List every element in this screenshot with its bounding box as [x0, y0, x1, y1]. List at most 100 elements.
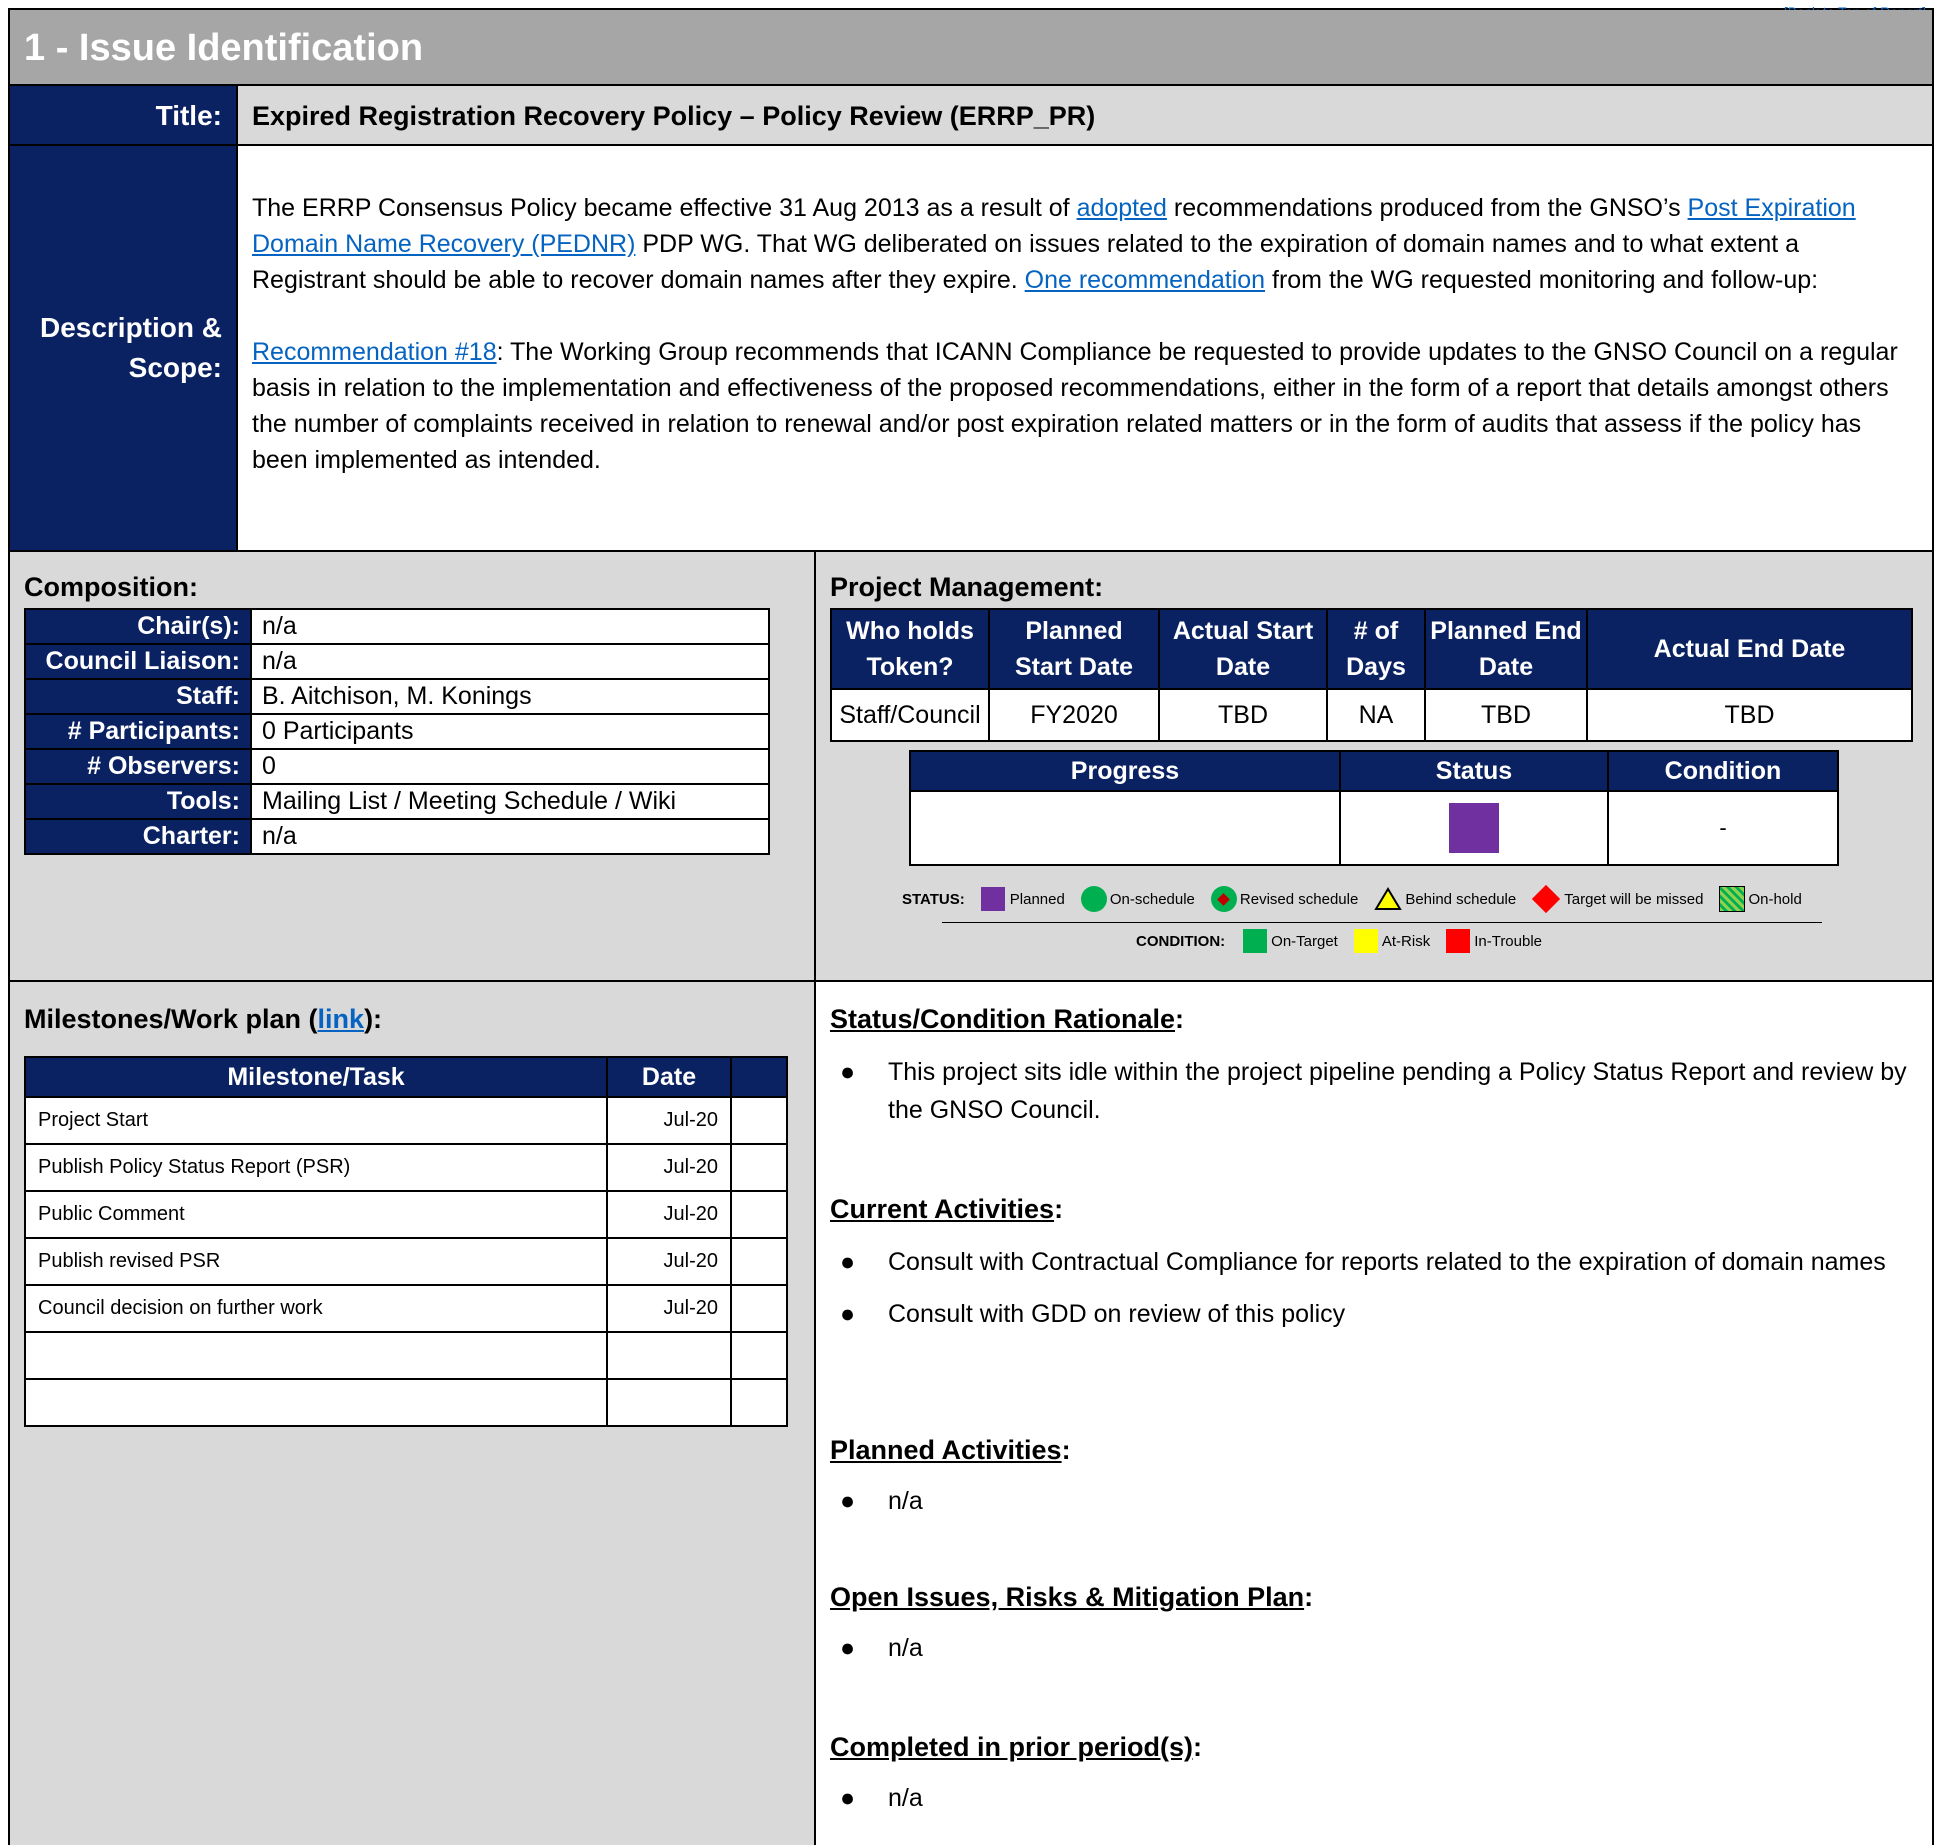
section-title: 1 - Issue Identification [24, 27, 424, 69]
planned-activities-list: ● n/a [830, 1482, 1920, 1520]
milestone-row: Project Start Jul-20 [24, 1096, 788, 1145]
adopted-link[interactable]: adopted [1077, 194, 1167, 222]
at-risk-square-icon [1353, 929, 1378, 953]
bullet-text: Consult with GDD on review of this polic… [888, 1300, 1346, 1328]
planned-section: Planned Activities: ● n/a [830, 1435, 1920, 1534]
pm-value: NA [1326, 688, 1426, 742]
legend-planned: Planned [980, 887, 1065, 911]
section-header: 1 - Issue Identification [10, 10, 1932, 86]
in-trouble-square-icon [1446, 929, 1471, 953]
desc-text: : The Working Group recommends that ICAN… [252, 338, 1898, 474]
milestone-row [24, 1331, 788, 1380]
colon: : [1175, 1004, 1185, 1034]
legend-text: In-Trouble [1474, 932, 1543, 950]
milestone-date: Jul-20 [606, 1143, 732, 1192]
condition-value: - [1607, 790, 1839, 866]
milestone-task-header: Milestone/Task [24, 1056, 608, 1098]
legend-in-trouble: In-Trouble [1446, 929, 1542, 953]
composition-title: Composition: [24, 572, 198, 602]
description-label-line1: Description & [39, 312, 222, 343]
legend-text: At-Risk [1381, 932, 1431, 950]
legend-revised: Revised schedule [1210, 886, 1359, 912]
legend-on-hold: On-hold [1719, 886, 1802, 912]
bullet-text: n/a [888, 1487, 923, 1515]
milestone-task: Council decision on further work [24, 1284, 608, 1333]
milestone-extra [730, 1096, 788, 1145]
composition-value: n/a [250, 643, 770, 680]
milestone-task [24, 1331, 608, 1380]
pm-value: TBD [1424, 688, 1588, 742]
colon: : [1054, 1194, 1064, 1224]
status-legend: STATUS: Planned On-schedule Revised sche… [902, 882, 1882, 959]
legend-text: On-Target [1271, 932, 1338, 950]
pm-header: Actual End Date [1586, 608, 1913, 690]
milestones-title-text: Milestones/Work plan ( [24, 1004, 318, 1034]
bullet-icon: ● [840, 1248, 856, 1276]
bullet-item: ● Consult with Contractual Compliance for… [830, 1243, 1920, 1281]
composition-label: Staff: [24, 678, 252, 715]
composition-label: # Participants: [24, 713, 252, 750]
condition-header: Condition [1607, 750, 1839, 792]
bullet-item: ● This project sits idle within the proje… [830, 1053, 1920, 1129]
composition-row: # Observers: 0 [24, 748, 770, 785]
milestone-task: Publish revised PSR [24, 1237, 608, 1286]
milestone-row [24, 1378, 788, 1427]
behind-schedule-triangle-icon [1374, 887, 1403, 910]
legend-text: Target will be missed [1564, 890, 1704, 908]
description-body: The ERRP Consensus Policy became effecti… [238, 146, 1932, 552]
activities-panel: Status/Condition Rationale: ● This projec… [816, 982, 1932, 1845]
progress-value [909, 790, 1341, 866]
milestone-extra [730, 1237, 788, 1286]
planned-square-icon [980, 887, 1005, 911]
rationale-title: Status/Condition Rationale [830, 1004, 1176, 1034]
composition-row: Council Liaison: n/a [24, 643, 770, 680]
on-hold-hatched-icon [1719, 886, 1746, 912]
milestone-extra [730, 1331, 788, 1380]
milestone-extra-header [730, 1056, 788, 1098]
recommendation-18-link[interactable]: Recommendation #18 [252, 338, 497, 366]
composition-row: Staff: B. Aitchison, M. Konings [24, 678, 770, 715]
one-recommendation-link[interactable]: One recommendation [1025, 266, 1265, 294]
bullet-item: ● n/a [830, 1482, 1920, 1520]
composition-panel: Composition: Chair(s): n/a Council Liaison… [10, 552, 816, 982]
project-management-table: Who holds Token? Planned Start Date Actual… [830, 608, 1913, 742]
open-issues-title: Open Issues, Risks & Mitigation Plan [830, 1582, 1305, 1612]
bullet-item: ● n/a [830, 1779, 1920, 1817]
bullet-icon: ● [840, 1784, 856, 1812]
composition-value: 0 [250, 748, 770, 785]
composition-value: B. Aitchison, M. Konings [250, 678, 770, 715]
bullet-icon: ● [840, 1300, 856, 1328]
desc-text: The ERRP Consensus Policy became effecti… [252, 194, 1077, 222]
legend-text: On-schedule [1109, 890, 1195, 908]
colon: : [1304, 1582, 1314, 1612]
composition-row: Charter: n/a [24, 818, 770, 855]
project-management-title: Project Management: [830, 572, 1104, 602]
rationale-list: ● This project sits idle within the proje… [830, 1053, 1920, 1129]
milestone-date [606, 1331, 732, 1380]
legend-condition-label: CONDITION: [1135, 932, 1226, 950]
milestone-date-header: Date [606, 1056, 732, 1098]
legend-missed: Target will be missed [1532, 884, 1704, 914]
pm-value: FY2020 [988, 688, 1160, 742]
composition-label: # Observers: [24, 748, 252, 785]
pm-header: Planned End Date [1424, 608, 1588, 690]
milestones-panel: Milestones/Work plan (link): Milestone/T… [10, 982, 816, 1845]
milestone-task: Publish Policy Status Report (PSR) [24, 1143, 608, 1192]
milestone-extra [730, 1143, 788, 1192]
description-label: Description & Scope: [10, 146, 238, 552]
milestone-extra [730, 1378, 788, 1427]
desc-text: from the WG requested monitoring and fol… [1265, 266, 1819, 294]
composition-table: Chair(s): n/a Council Liaison: n/a Staff: B. … [24, 608, 770, 855]
milestones-table: Milestone/Task Date Project Start Jul-20 P… [24, 1056, 788, 1427]
pm-header: Who holds Token? [830, 608, 990, 690]
milestone-extra [730, 1284, 788, 1333]
composition-row: # Participants: 0 Participants [24, 713, 770, 750]
legend-text: Revised schedule [1239, 890, 1359, 908]
milestone-date: Jul-20 [606, 1190, 732, 1239]
pm-value: TBD [1158, 688, 1328, 742]
workplan-link[interactable]: link [318, 1004, 365, 1034]
composition-label: Charter: [24, 818, 252, 855]
composition-row: Tools: Mailing List / Meeting Schedule / … [24, 783, 770, 820]
composition-value: Mailing List / Meeting Schedule / Wiki [250, 783, 770, 820]
open-issues-list: ● n/a [830, 1629, 1920, 1667]
